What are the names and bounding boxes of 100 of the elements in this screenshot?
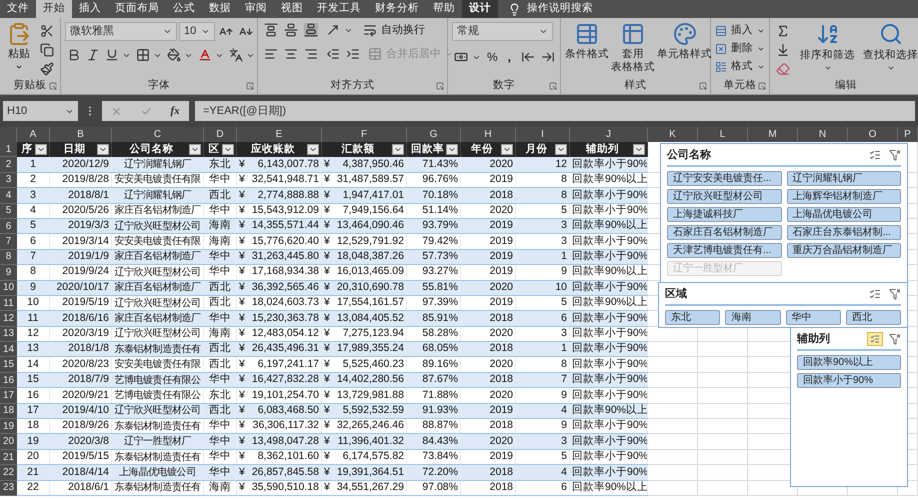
bottom-align-icon[interactable] xyxy=(304,23,318,38)
filter-dropdown-icon[interactable] xyxy=(446,144,458,156)
increase-decimal-icon[interactable] xyxy=(521,50,536,64)
orientation-icon[interactable] xyxy=(326,23,340,38)
row-number[interactable]: 8 xyxy=(0,250,17,266)
slicer-item[interactable]: 西北 xyxy=(846,310,901,324)
sum-icon[interactable] xyxy=(776,24,790,38)
middle-align-icon[interactable] xyxy=(284,23,298,38)
slicer-item[interactable]: 重庆万合晶铝材制造厂 xyxy=(786,242,901,258)
italic-icon[interactable] xyxy=(86,48,100,62)
slicer-item[interactable]: 天津艺博电镀责任有... xyxy=(667,242,782,258)
ribbon-tab[interactable]: 页面布局 xyxy=(108,0,166,18)
ribbon-tab[interactable]: 文件 xyxy=(0,0,36,18)
column-header[interactable]: N xyxy=(798,127,848,142)
ribbon-tab[interactable]: 设计 xyxy=(462,0,498,18)
ribbon-tab[interactable]: 数据 xyxy=(202,0,238,18)
formula-field[interactable]: =YEAR([@日期]) xyxy=(195,101,915,121)
dialog-launcher-icon[interactable] xyxy=(699,82,707,90)
font-size-field[interactable]: 10 xyxy=(179,22,215,41)
row-number[interactable]: 10 xyxy=(0,280,17,296)
banknote-icon[interactable] xyxy=(454,50,468,64)
style-button[interactable]: 单元格样式 xyxy=(657,22,712,78)
slicer-item[interactable]: 海南 xyxy=(725,310,780,324)
fill-down-icon[interactable] xyxy=(776,43,790,57)
row-number[interactable]: 20 xyxy=(0,434,17,450)
row-number[interactable]: 4 xyxy=(0,188,17,204)
slicer-item[interactable]: 华中 xyxy=(786,310,841,324)
row-number[interactable]: 9 xyxy=(0,265,17,281)
slicer-item[interactable]: 上海捷诚科技厂 xyxy=(667,206,782,222)
comma-style-button[interactable]: , xyxy=(504,48,516,66)
filter-dropdown-icon[interactable] xyxy=(307,144,319,156)
filter-dropdown-icon[interactable] xyxy=(633,144,645,156)
column-header[interactable]: K xyxy=(648,127,698,142)
column-header[interactable]: M xyxy=(748,127,798,142)
row-number[interactable]: 2 xyxy=(0,157,17,173)
row-number[interactable]: 7 xyxy=(0,234,17,250)
row-number[interactable]: 18 xyxy=(0,404,17,420)
align-left-icon[interactable] xyxy=(264,46,278,61)
ribbon-tab[interactable]: 审阅 xyxy=(238,0,274,18)
fill-color-icon[interactable] xyxy=(167,48,181,62)
slicer-item[interactable]: 辽宁欣兴旺型材公司 xyxy=(667,188,782,204)
row-number[interactable]: 15 xyxy=(0,357,17,373)
column-header[interactable]: P xyxy=(898,127,918,142)
font-color-icon[interactable] xyxy=(198,48,212,62)
cell-action-button[interactable]: 插入 xyxy=(715,22,765,39)
filter-dropdown-icon[interactable] xyxy=(35,144,47,156)
column-header[interactable]: O xyxy=(848,127,898,142)
multi-select-icon[interactable] xyxy=(867,332,883,346)
slicer-item[interactable]: 回款率90%以上 xyxy=(797,354,901,370)
row-number[interactable]: 16 xyxy=(0,372,17,388)
cell-action-button[interactable]: 格式 xyxy=(715,58,765,75)
editing-button[interactable]: 排序和筛选 xyxy=(800,22,855,78)
row-number[interactable]: 3 xyxy=(0,172,17,188)
ribbon-tab[interactable]: 公式 xyxy=(166,0,202,18)
bold-icon[interactable] xyxy=(67,48,81,62)
borders-icon[interactable] xyxy=(136,48,150,62)
ribbon-tab[interactable]: 财务分析 xyxy=(368,0,426,18)
slicer-item[interactable]: 东北 xyxy=(665,310,720,324)
filter-dropdown-icon[interactable] xyxy=(97,144,109,156)
row-number[interactable]: 22 xyxy=(0,465,17,481)
row-number[interactable]: 17 xyxy=(0,388,17,404)
filter-dropdown-icon[interactable] xyxy=(501,144,513,156)
align-center-icon[interactable] xyxy=(284,46,298,61)
copy-icon[interactable] xyxy=(40,43,54,57)
top-align-icon[interactable] xyxy=(264,23,278,38)
filter-dropdown-icon[interactable] xyxy=(555,144,567,156)
dialog-launcher-icon[interactable] xyxy=(758,82,766,90)
row-number[interactable]: 6 xyxy=(0,218,17,234)
row-number[interactable]: 12 xyxy=(0,311,17,327)
filter-dropdown-icon[interactable] xyxy=(392,144,404,156)
row-number[interactable]: 21 xyxy=(0,450,17,466)
slicer-item[interactable]: 上海辉华铝材制造厂 xyxy=(786,188,901,204)
dialog-launcher-icon[interactable] xyxy=(549,82,557,90)
ribbon-tab[interactable]: 插入 xyxy=(72,0,108,18)
filter-dropdown-icon[interactable] xyxy=(222,144,234,156)
decrease-indent-icon[interactable] xyxy=(326,46,340,61)
filter-dropdown-icon[interactable] xyxy=(189,144,201,156)
decrease-decimal-icon[interactable] xyxy=(541,50,556,64)
editing-button[interactable]: 查找和选择 xyxy=(863,22,918,78)
style-button[interactable]: 条件格式 xyxy=(565,22,609,78)
underline-icon[interactable] xyxy=(105,48,119,62)
slicer-item[interactable]: 辽宁润耀轧钢厂 xyxy=(786,170,901,186)
clear-filter-icon[interactable] xyxy=(889,333,901,346)
number-format-field[interactable]: 常规 xyxy=(452,22,553,41)
clear-filter-icon[interactable] xyxy=(889,149,901,162)
row-number[interactable]: 5 xyxy=(0,204,17,219)
slicer-item[interactable]: 上海晶优电镀公司 xyxy=(786,206,901,222)
clear-filter-icon[interactable] xyxy=(889,288,901,300)
column-header[interactable]: L xyxy=(698,127,748,142)
name-box[interactable]: H10 xyxy=(3,101,78,121)
ribbon-tab[interactable]: 视图 xyxy=(274,0,310,18)
slicer-item[interactable]: 石家庄台东泰铝材制... xyxy=(786,224,901,240)
slicer-item[interactable]: 回款率小于90% xyxy=(797,372,901,388)
ribbon-tab[interactable]: 开始 xyxy=(36,0,72,18)
ribbon-tab[interactable]: 帮助 xyxy=(426,0,462,18)
increase-indent-icon[interactable] xyxy=(346,46,360,61)
row-number[interactable]: 1 xyxy=(0,142,17,158)
cell-action-button[interactable]: 删除 xyxy=(715,40,765,57)
dialog-launcher-icon[interactable] xyxy=(246,82,254,90)
insert-function-button[interactable]: fx xyxy=(170,102,180,120)
